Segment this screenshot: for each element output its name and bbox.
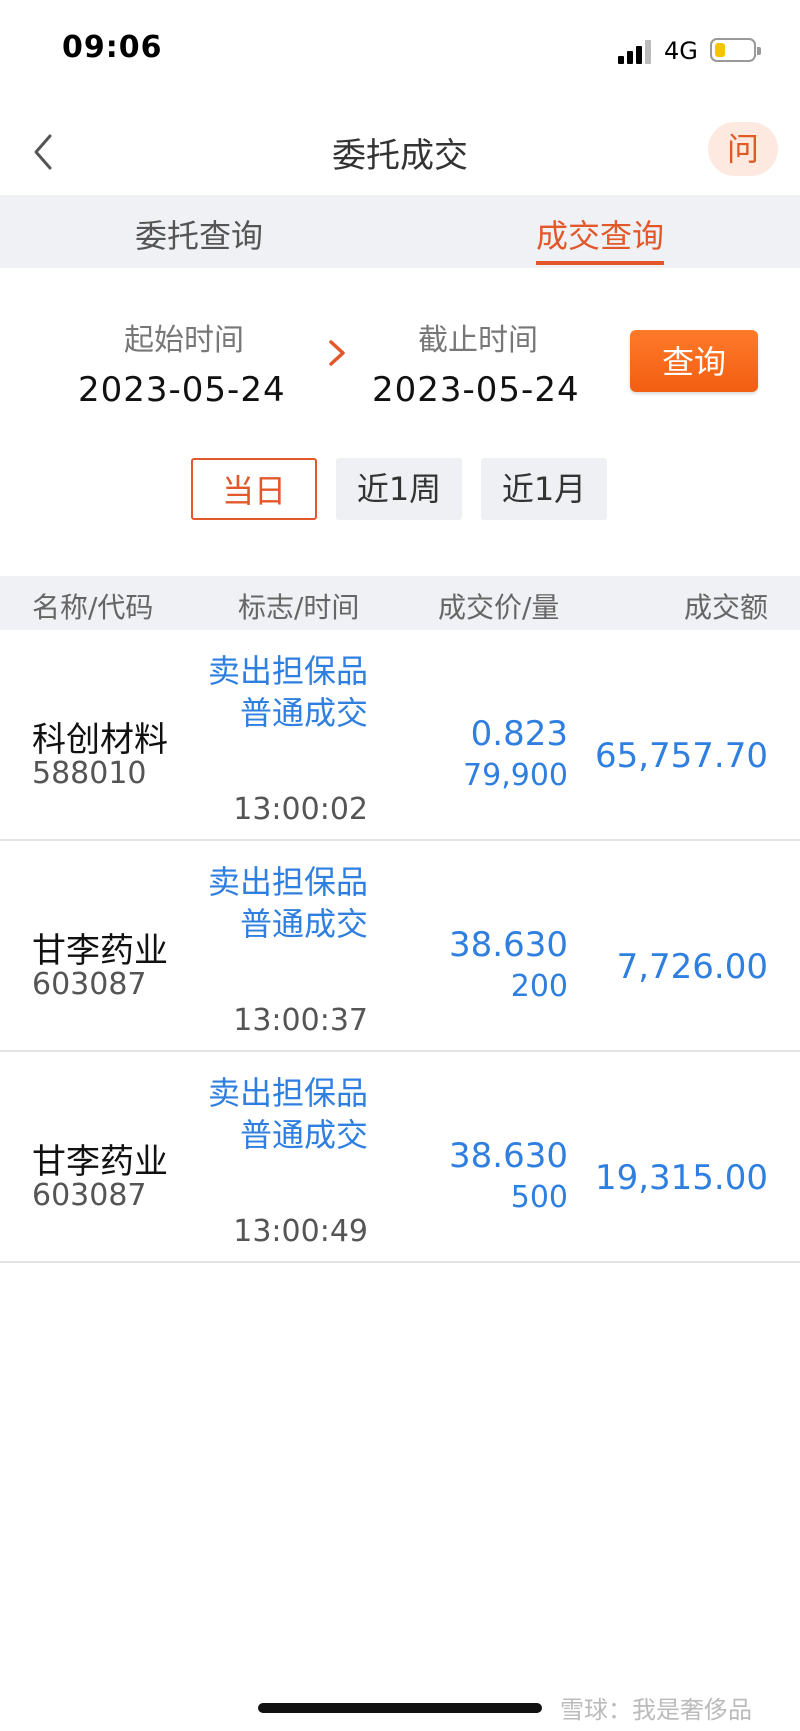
stock-name: 甘李药业 bbox=[32, 1142, 168, 1182]
tab-trade-query[interactable]: 成交查询 bbox=[536, 211, 664, 257]
start-time-label: 起始时间 bbox=[124, 323, 244, 358]
end-time-label: 截止时间 bbox=[418, 323, 538, 358]
chevron-right-icon bbox=[329, 340, 345, 366]
start-date-picker[interactable]: 2023-05-24 bbox=[78, 370, 286, 410]
trade-amount: 19,315.00 bbox=[594, 1158, 768, 1198]
trade-time: 13:00:37 bbox=[233, 1003, 368, 1038]
trade-amount: 7,726.00 bbox=[616, 947, 768, 987]
trade-price: 0.823 bbox=[470, 714, 568, 754]
tab-order-query[interactable]: 委托查询 bbox=[135, 211, 263, 257]
query-button[interactable]: 查询 bbox=[630, 330, 758, 392]
header-amount: 成交额 bbox=[683, 591, 768, 624]
table-header: 名称/代码 标志/时间 成交价/量 成交额 bbox=[0, 576, 800, 630]
table-row[interactable]: 甘李药业 603087 卖出担保品普通成交 13:00:37 38.630 20… bbox=[0, 841, 800, 1052]
stock-name: 甘李药业 bbox=[32, 931, 168, 971]
watermark: 雪球：我是奢侈品 bbox=[560, 1696, 752, 1724]
trade-flag: 卖出担保品普通成交 bbox=[207, 1074, 368, 1154]
trade-time: 13:00:49 bbox=[233, 1214, 368, 1249]
stock-code: 603087 bbox=[32, 967, 147, 1002]
trade-flag: 卖出担保品普通成交 bbox=[207, 863, 368, 943]
trade-flag: 卖出担保品普通成交 bbox=[207, 652, 368, 732]
trade-amount: 65,757.70 bbox=[594, 736, 768, 776]
trade-price: 38.630 bbox=[449, 925, 568, 965]
header-name-code: 名称/代码 bbox=[32, 591, 154, 624]
nav-bar: 委托成交 问 bbox=[0, 100, 800, 195]
status-bar: 09:06 4G bbox=[0, 0, 800, 100]
stock-name: 科创材料 bbox=[32, 720, 168, 760]
active-tab-indicator bbox=[536, 261, 664, 265]
battery-icon bbox=[710, 38, 761, 62]
stock-code: 603087 bbox=[32, 1178, 147, 1213]
page-title: 委托成交 bbox=[332, 136, 468, 176]
filter-last-month[interactable]: 近1月 bbox=[481, 458, 607, 520]
trade-price: 38.630 bbox=[449, 1136, 568, 1176]
filter-today[interactable]: 当日 bbox=[191, 458, 317, 520]
trade-quantity: 200 bbox=[510, 969, 568, 1004]
filter-last-week[interactable]: 近1周 bbox=[336, 458, 462, 520]
home-indicator[interactable] bbox=[258, 1703, 542, 1713]
tab-bar: 委托查询 成交查询 bbox=[0, 195, 800, 268]
header-flag-time: 标志/时间 bbox=[238, 591, 360, 624]
help-button[interactable]: 问 bbox=[708, 122, 778, 176]
table-row[interactable]: 科创材料 588010 卖出担保品普通成交 13:00:02 0.823 79,… bbox=[0, 630, 800, 841]
trade-time: 13:00:02 bbox=[233, 792, 368, 827]
trade-quantity: 500 bbox=[510, 1180, 568, 1215]
cellular-signal-icon bbox=[618, 40, 654, 64]
network-type: 4G bbox=[664, 37, 698, 65]
end-date-picker[interactable]: 2023-05-24 bbox=[372, 370, 580, 410]
header-price-qty: 成交价/量 bbox=[438, 591, 560, 624]
trade-quantity: 79,900 bbox=[463, 758, 568, 793]
status-time: 09:06 bbox=[62, 30, 163, 65]
table-row[interactable]: 甘李药业 603087 卖出担保品普通成交 13:00:49 38.630 50… bbox=[0, 1052, 800, 1263]
stock-code: 588010 bbox=[32, 756, 147, 791]
